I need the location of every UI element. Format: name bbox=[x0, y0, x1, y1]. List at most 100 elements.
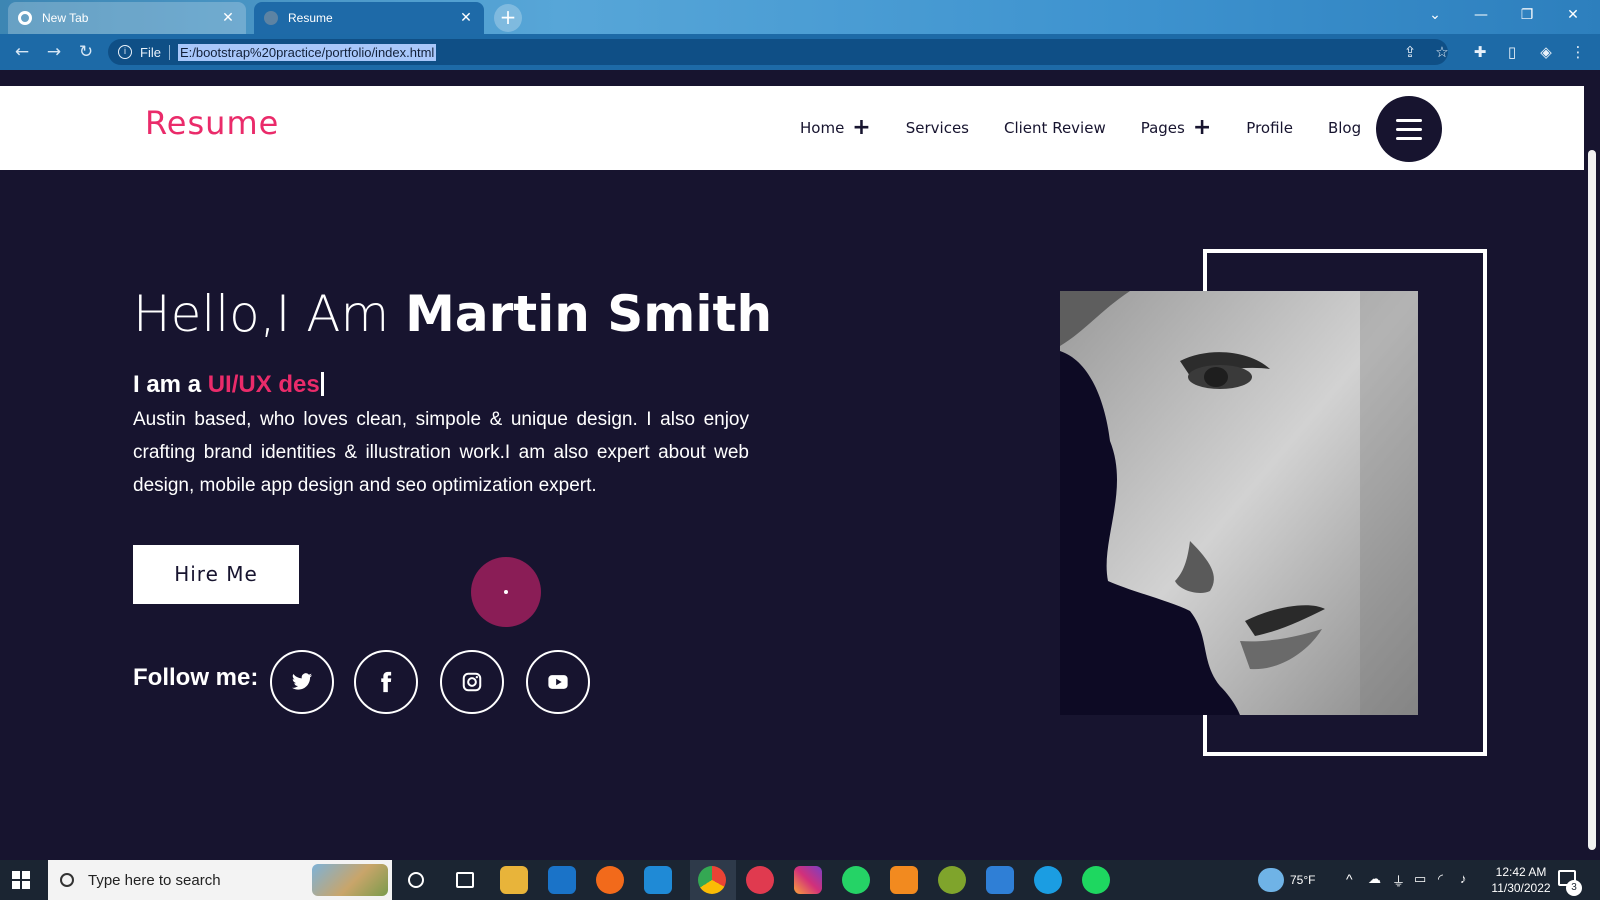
instagram-icon bbox=[462, 672, 482, 692]
file-explorer-icon[interactable] bbox=[500, 866, 528, 894]
nav-item-client-review[interactable]: Client Review bbox=[1004, 119, 1106, 137]
main-nav: Home + Services Client Review Pages + Pr… bbox=[800, 86, 1396, 170]
twitter-link[interactable] bbox=[270, 650, 334, 714]
share-icon[interactable]: ⇪ bbox=[1398, 39, 1422, 65]
mail-icon[interactable] bbox=[548, 866, 576, 894]
nav-label: Home bbox=[800, 119, 845, 137]
taskbar-clock[interactable]: 12:42 AM 11/30/2022 bbox=[1484, 864, 1558, 896]
taskbar-search-box[interactable]: Type here to search bbox=[48, 860, 392, 900]
sublime-text-icon[interactable] bbox=[890, 866, 918, 894]
typing-caret bbox=[320, 372, 324, 396]
search-icon bbox=[60, 873, 74, 887]
usb-icon[interactable]: ⏚ bbox=[1392, 871, 1405, 890]
extensions-icon[interactable]: ✚ bbox=[1468, 39, 1492, 65]
chrome-icon bbox=[18, 11, 32, 25]
nav-label: Profile bbox=[1246, 119, 1293, 137]
browser-toolbar: ← → ↻ i File E:/bootstrap%20practice/por… bbox=[0, 34, 1600, 70]
nav-label: Services bbox=[905, 119, 969, 137]
search-placeholder: Type here to search bbox=[88, 871, 221, 889]
nav-item-pages[interactable]: Pages + bbox=[1141, 117, 1212, 139]
scheme-label: File bbox=[140, 44, 170, 60]
edge-icon[interactable] bbox=[1034, 866, 1062, 894]
screen-recorder-icon[interactable] bbox=[746, 866, 774, 894]
firefox-icon[interactable] bbox=[596, 866, 624, 894]
role-line: I am a UI/UX des bbox=[133, 371, 324, 399]
new-tab-button[interactable]: + bbox=[494, 4, 522, 32]
plus-icon: + bbox=[1192, 115, 1212, 140]
site-header: Resume Home + Services Client Review Pag… bbox=[0, 86, 1584, 170]
tab-resume[interactable]: Resume ✕ bbox=[254, 2, 484, 34]
info-icon[interactable]: i bbox=[118, 45, 132, 59]
nav-item-profile[interactable]: Profile bbox=[1246, 119, 1293, 137]
chrome-taskbar-icon[interactable] bbox=[698, 866, 726, 894]
app-icon[interactable] bbox=[938, 866, 966, 894]
window-close-button[interactable]: ✕ bbox=[1550, 0, 1596, 30]
vscode-icon[interactable] bbox=[644, 866, 672, 894]
tab-new-tab[interactable]: New Tab ✕ bbox=[8, 2, 246, 34]
instagram-link[interactable] bbox=[440, 650, 504, 714]
page-top-strip bbox=[0, 70, 1600, 86]
notification-badge: 3 bbox=[1566, 880, 1582, 896]
facebook-link[interactable] bbox=[354, 650, 418, 714]
cloud-icon[interactable]: ☁ bbox=[1368, 871, 1381, 887]
reload-icon[interactable]: ↻ bbox=[74, 40, 98, 64]
restore-button[interactable]: ❐ bbox=[1504, 0, 1550, 30]
back-icon[interactable]: ← bbox=[10, 40, 34, 64]
site-logo[interactable]: Resume bbox=[145, 104, 279, 142]
clock-time: 12:42 AM bbox=[1495, 865, 1547, 879]
hamburger-line bbox=[1396, 136, 1422, 140]
windows-taskbar: Type here to search 75°F ^ ☁ ⏚ ▭ ◜ ♪ 12:… bbox=[0, 860, 1600, 900]
portrait-image bbox=[1060, 291, 1418, 715]
chevron-up-icon[interactable]: ^ bbox=[1346, 871, 1353, 887]
wifi-icon[interactable]: ◜ bbox=[1438, 871, 1443, 887]
weather-icon[interactable] bbox=[1258, 868, 1284, 892]
spotify-icon[interactable] bbox=[1082, 866, 1110, 894]
follow-label: Follow me: bbox=[133, 664, 259, 691]
facebook-icon bbox=[381, 671, 392, 693]
hero-section: Hello,I Am Martin Smith I am a UI/UX des… bbox=[0, 170, 1584, 860]
side-panel-icon[interactable]: ▯ bbox=[1500, 39, 1524, 65]
hero-heading: Hello,I Am Martin Smith bbox=[133, 285, 772, 343]
windows-start-icon[interactable] bbox=[12, 871, 30, 889]
nav-item-services[interactable]: Services bbox=[906, 119, 969, 137]
search-highlight-image bbox=[312, 864, 388, 896]
menu-kebab-icon[interactable]: ⋮ bbox=[1566, 39, 1590, 65]
role-prefix: I am a bbox=[133, 371, 202, 398]
greeting-text: Hello,I Am bbox=[133, 285, 390, 343]
plus-icon: + bbox=[852, 115, 871, 140]
profile-icon[interactable]: ◈ bbox=[1534, 39, 1558, 65]
url-text[interactable]: E:/bootstrap%20practice/portfolio/index.… bbox=[177, 43, 437, 61]
weather-temperature[interactable]: 75°F bbox=[1290, 873, 1315, 887]
nav-label: Client Review bbox=[1004, 119, 1106, 137]
whatsapp-icon[interactable] bbox=[842, 866, 870, 894]
hero-bio: Austin based, who loves clean, simpole &… bbox=[133, 409, 749, 496]
hamburger-line bbox=[1396, 127, 1422, 131]
tab-search-icon[interactable]: ⌄ bbox=[1412, 0, 1458, 30]
nav-item-home[interactable]: Home + bbox=[800, 117, 871, 139]
youtube-icon bbox=[548, 675, 568, 689]
close-icon[interactable]: ✕ bbox=[220, 10, 236, 26]
youtube-link[interactable] bbox=[526, 650, 590, 714]
battery-icon[interactable]: ▭ bbox=[1414, 871, 1426, 887]
nav-item-blog[interactable]: Blog bbox=[1328, 119, 1361, 137]
browser-tab-strip: New Tab ✕ Resume ✕ + ⌄ — ❐ ✕ bbox=[0, 0, 1600, 34]
page-favicon-icon bbox=[264, 11, 278, 25]
custom-cursor-dot bbox=[504, 590, 508, 594]
clock-date: 11/30/2022 bbox=[1491, 881, 1551, 895]
task-view-icon[interactable] bbox=[456, 872, 474, 888]
bookmark-star-icon[interactable]: ☆ bbox=[1430, 39, 1454, 65]
close-icon[interactable]: ✕ bbox=[458, 10, 474, 26]
hire-me-button[interactable]: Hire Me bbox=[133, 545, 299, 604]
address-bar[interactable]: i File E:/bootstrap%20practice/portfolio… bbox=[108, 39, 1448, 65]
photos-icon[interactable] bbox=[986, 866, 1014, 894]
hero-name: Martin Smith bbox=[405, 285, 773, 343]
tab-title: Resume bbox=[288, 11, 333, 25]
hamburger-menu-button[interactable] bbox=[1376, 96, 1442, 162]
instagram-app-icon[interactable] bbox=[794, 866, 822, 894]
tab-title: New Tab bbox=[42, 11, 89, 25]
cortana-icon[interactable] bbox=[408, 872, 424, 888]
forward-icon[interactable]: → bbox=[42, 40, 66, 64]
minimize-button[interactable]: — bbox=[1458, 0, 1504, 30]
volume-icon[interactable]: ♪ bbox=[1460, 871, 1467, 886]
page-scrollbar-thumb[interactable] bbox=[1588, 150, 1596, 850]
